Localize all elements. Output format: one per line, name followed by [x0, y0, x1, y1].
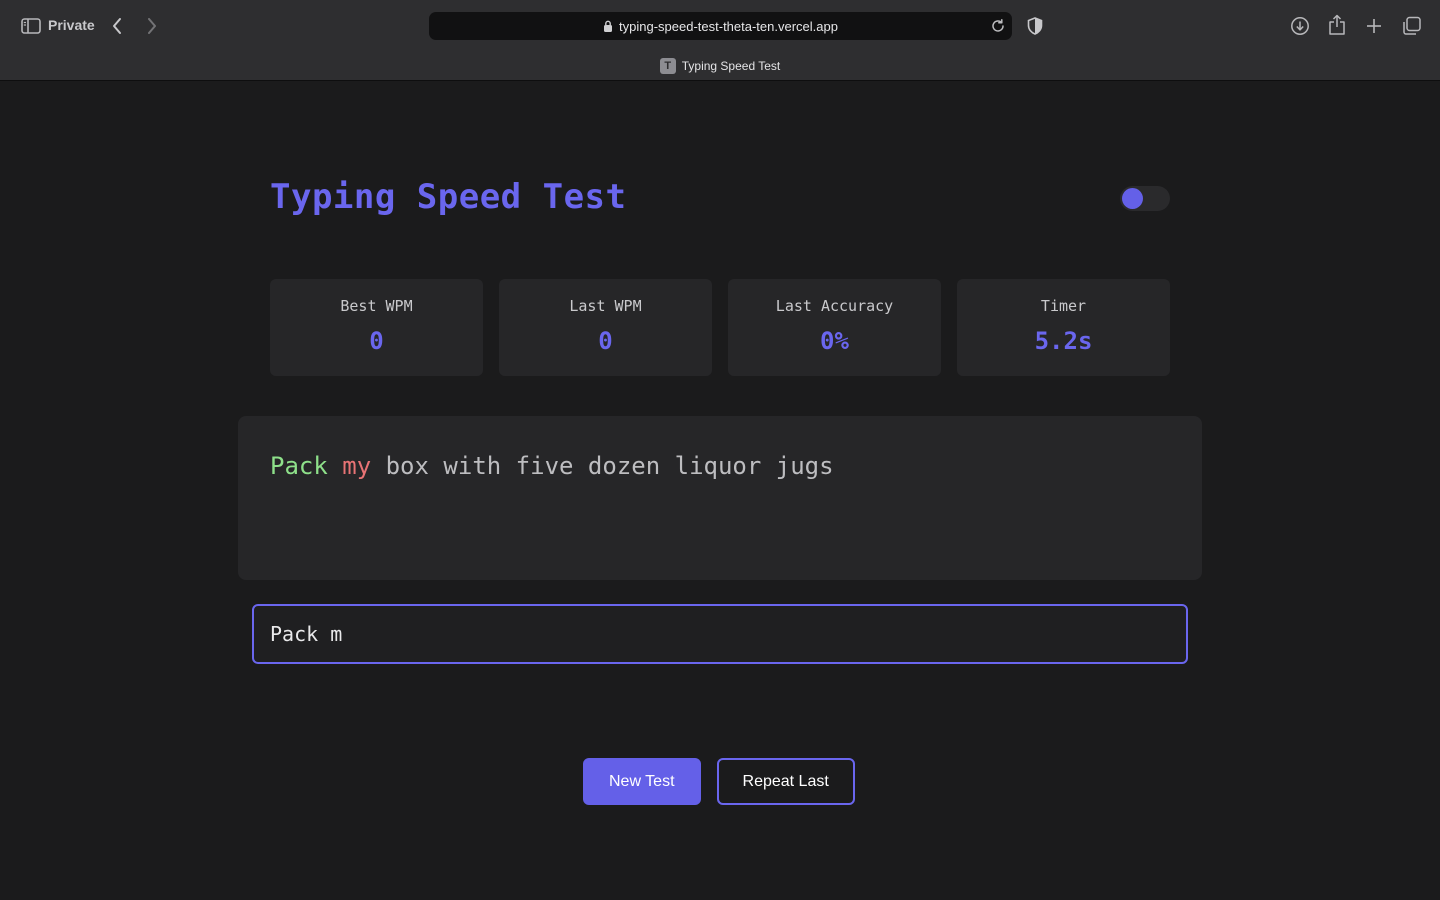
action-buttons: New Test Repeat Last: [583, 758, 855, 805]
url-text: typing-speed-test-theta-ten.vercel.app: [619, 18, 838, 34]
tab-active[interactable]: T Typing Speed Test: [0, 52, 1440, 80]
shield-icon[interactable]: [1026, 16, 1044, 36]
lock-icon: [603, 20, 613, 32]
stat-label: Timer: [1040, 297, 1087, 315]
stat-card-timer: Timer 5.2s: [957, 279, 1170, 376]
plus-icon[interactable]: [1363, 15, 1385, 37]
stat-label: Last Accuracy: [775, 297, 894, 315]
private-label: Private: [48, 17, 95, 33]
prompt-word: my: [342, 452, 372, 480]
prompt-word: jugs: [775, 452, 834, 480]
address-bar[interactable]: typing-speed-test-theta-ten.vercel.app: [429, 12, 1012, 40]
stat-card-best-wpm: Best WPM 0: [270, 279, 483, 376]
stat-card-last-accuracy: Last Accuracy 0%: [728, 279, 941, 376]
stat-card-last-wpm: Last WPM 0: [499, 279, 712, 376]
stat-value: 5.2s: [1034, 327, 1093, 355]
stat-label: Best WPM: [340, 297, 413, 315]
prompt-word: dozen: [587, 452, 661, 480]
prompt-word: liquor: [674, 452, 762, 480]
theme-toggle-knob: [1122, 188, 1143, 209]
stat-label: Last WPM: [569, 297, 642, 315]
stat-value: 0%: [820, 327, 849, 355]
forward-arrow-icon[interactable]: [141, 14, 163, 38]
repeat-last-button[interactable]: Repeat Last: [716, 758, 855, 805]
prompt-word: five: [515, 452, 574, 480]
download-icon[interactable]: [1289, 15, 1311, 37]
stats-row: Best WPM 0 Last WPM 0 Last Accuracy 0% T…: [270, 279, 1170, 376]
prompt-word: with: [443, 452, 502, 480]
new-test-button[interactable]: New Test: [583, 758, 701, 805]
prompt-word: Pack: [270, 452, 328, 480]
page-title: Typing Speed Test: [270, 177, 627, 217]
theme-toggle[interactable]: [1120, 186, 1170, 211]
stat-value: 0: [598, 327, 613, 355]
back-arrow-icon[interactable]: [106, 14, 128, 38]
tab-favicon: T: [659, 58, 676, 74]
app-main: Typing Speed Test Best WPM 0 Last WPM 0 …: [0, 81, 1440, 900]
share-icon[interactable]: [1327, 13, 1347, 37]
tab-title: Typing Speed Test: [681, 59, 781, 73]
stat-value: 0: [369, 327, 384, 355]
typing-input[interactable]: [252, 604, 1188, 664]
prompt-text: Pack my box with five dozen liquor jugs: [238, 416, 1202, 580]
prompt-word: box: [385, 452, 429, 480]
browser-toolbar: Private typing-speed-test-theta-ten.verc…: [0, 0, 1440, 81]
sidebar-toggle-icon[interactable]: [20, 16, 42, 36]
reload-icon[interactable]: [990, 18, 1006, 34]
tab-overview-icon[interactable]: [1401, 15, 1423, 37]
